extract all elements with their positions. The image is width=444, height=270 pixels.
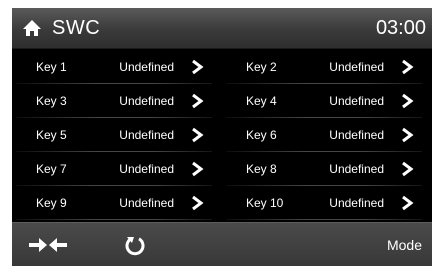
key-label: Key 5 [36,128,67,142]
key-row-7[interactable]: Key 7 Undefined [12,152,212,186]
key-label: Key 9 [36,196,67,210]
chevron-right-icon [402,59,414,75]
key-label: Key 8 [246,162,277,176]
chevron-right-icon [192,195,204,211]
key-label: Key 7 [36,162,67,176]
key-row-8[interactable]: Key 8 Undefined [222,152,422,186]
chevron-right-icon [402,161,414,177]
chevron-right-icon [402,195,414,211]
top-bar: SWC 03:00 [12,8,432,49]
key-value: Undefined [329,94,384,108]
chevron-right-icon [192,161,204,177]
home-icon[interactable] [22,18,42,38]
key-value: Undefined [329,60,384,74]
key-label: Key 10 [246,196,284,210]
key-value: Undefined [119,60,174,74]
bottom-bar: Mode [12,222,432,266]
key-label: Key 2 [246,60,277,74]
key-label: Key 6 [246,128,277,142]
key-grid: Key 1 Undefined Key 2 Undefined Key 3 Un… [12,50,432,220]
key-row-6[interactable]: Key 6 Undefined [222,118,422,152]
key-value: Undefined [119,94,174,108]
swap-arrows-icon[interactable] [28,237,68,253]
key-row-5[interactable]: Key 5 Undefined [12,118,212,152]
key-label: Key 3 [36,94,67,108]
chevron-right-icon [192,93,204,109]
reset-icon[interactable] [124,234,146,256]
key-row-1[interactable]: Key 1 Undefined [12,50,212,84]
key-value: Undefined [329,128,384,142]
page-title: SWC [52,17,101,39]
chevron-right-icon [192,127,204,143]
key-row-9[interactable]: Key 9 Undefined [12,186,212,220]
key-value: Undefined [119,196,174,210]
screen: SWC 03:00 Key 1 Undefined Key 2 Undefine… [12,8,432,266]
key-label: Key 1 [36,60,67,74]
key-label: Key 4 [246,94,277,108]
mode-button[interactable]: Mode [387,237,422,253]
key-row-3[interactable]: Key 3 Undefined [12,84,212,118]
key-row-2[interactable]: Key 2 Undefined [222,50,422,84]
key-value: Undefined [119,128,174,142]
chevron-right-icon [402,93,414,109]
chevron-right-icon [192,59,204,75]
key-value: Undefined [329,162,384,176]
key-row-10[interactable]: Key 10 Undefined [222,186,422,220]
chevron-right-icon [402,127,414,143]
key-value: Undefined [329,196,384,210]
clock: 03:00 [375,17,426,39]
key-value: Undefined [119,162,174,176]
key-row-4[interactable]: Key 4 Undefined [222,84,422,118]
